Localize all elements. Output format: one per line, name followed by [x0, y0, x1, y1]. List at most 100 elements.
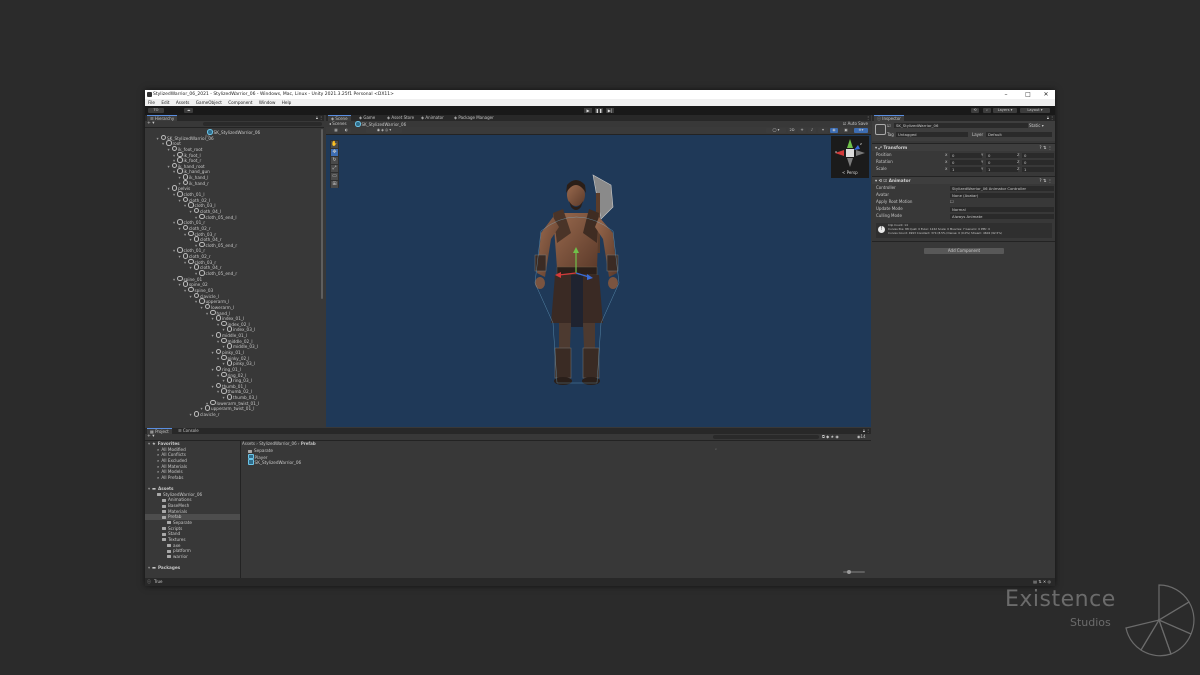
scene-camera-icon[interactable]: ▣: [840, 128, 852, 133]
animator-field[interactable]: None (Avatar): [950, 192, 1054, 198]
component-menu-icon[interactable]: ? ⇅ ⋮: [1039, 177, 1052, 184]
foldout-arrow-icon[interactable]: ▾: [190, 412, 194, 418]
gizmos-dropdown[interactable]: ⊕▾: [854, 128, 868, 133]
cloud-icon[interactable]: ☁: [184, 108, 193, 113]
active-checkbox[interactable]: ☑: [887, 123, 891, 128]
hand-tool-icon[interactable]: ✋: [331, 141, 338, 148]
scene-viewport[interactable]: ✋ ✥ ↻ ⤢ ▭ ⊞ x z < Persp: [326, 135, 871, 427]
menu-edit[interactable]: Edit: [161, 100, 169, 105]
lighting-toggle-icon[interactable]: ☀: [798, 128, 806, 133]
hierarchy-search-input[interactable]: All: [203, 122, 322, 138]
existence-studios-logo: Existence Studios: [1005, 582, 1195, 657]
transform-z-field[interactable]: 0: [1022, 152, 1054, 158]
menu-gameobject[interactable]: GameObject: [196, 100, 222, 105]
2d-toggle-icon[interactable]: 2D: [788, 128, 796, 133]
step-button[interactable]: ▶|: [606, 108, 614, 113]
transform-x-field[interactable]: 0: [950, 159, 982, 165]
transform-z-field[interactable]: 0: [1022, 159, 1054, 165]
hierarchy-scrollbar[interactable]: [321, 129, 323, 299]
hierarchy-item[interactable]: ▾ clavicle_r: [145, 411, 324, 417]
transform-z-field[interactable]: 1: [1022, 166, 1054, 172]
scale-tool-icon[interactable]: ⤢: [331, 165, 338, 172]
menu-component[interactable]: Component: [228, 100, 252, 105]
object-name-field[interactable]: SK_StylizedWarrior_06: [894, 123, 1028, 128]
audio-toggle-icon[interactable]: ♪: [808, 128, 816, 133]
create-asset-button[interactable]: + ▾: [147, 434, 154, 440]
breadcrumb-item[interactable]: StylizedWarrior_06: [259, 441, 296, 446]
transform-x-field[interactable]: 1: [950, 166, 982, 172]
menu-window[interactable]: Window: [259, 100, 276, 105]
gizmo-x-label: x: [835, 150, 838, 154]
minimize-button[interactable]: –: [999, 90, 1013, 99]
rect-tool-icon[interactable]: ▭: [331, 173, 338, 180]
project-panel: ▦ Project ☰ Console 🔒︎ ⋮ + ▾ ⌕ ⧉ ◆ ★ ◉ ◉…: [145, 428, 871, 578]
transform-y-field[interactable]: 0: [986, 152, 1018, 158]
transform-y-field[interactable]: 0: [986, 159, 1018, 165]
animator-header[interactable]: ▾ ⟲ ☑ Animator ? ⇅ ⋮: [872, 176, 1055, 184]
axis-label: Y: [981, 167, 984, 171]
search-icon: ⌕: [157, 452, 160, 458]
menu-bar: File Edit Assets GameObject Component Wi…: [145, 99, 1055, 106]
animator-row-label: Avatar: [876, 192, 889, 197]
animator-field[interactable]: Normal: [950, 206, 1054, 212]
view-options-icon[interactable]: ◐: [342, 128, 351, 133]
move-tool-icon[interactable]: ✥: [331, 149, 338, 156]
static-toggle[interactable]: Static ▾: [1029, 123, 1044, 128]
play-button[interactable]: ▶: [584, 108, 592, 113]
animator-field[interactable]: StylizedWarrior_06 Animator Controller: [950, 185, 1054, 191]
folder-icon: [167, 544, 171, 548]
project-search-input[interactable]: ⌕: [713, 435, 819, 451]
project-section-header[interactable]: ▾ ▬ Packages: [145, 565, 240, 571]
close-button[interactable]: ✕: [1039, 90, 1053, 99]
apply-root-motion-checkbox[interactable]: ☐: [950, 199, 954, 205]
scene-panel: ◈ Scene ◈ Game ◈ Asset Store ◈ Animator ◈ Pa…: [326, 115, 871, 427]
splitter[interactable]: [240, 440, 241, 578]
axis-label: X: [945, 153, 948, 157]
tag-dropdown[interactable]: Untagged: [896, 132, 968, 137]
object-header: ☑ SK_StylizedWarrior_06 Static ▾ Tag Unt…: [872, 121, 1055, 141]
add-component-button[interactable]: Add Component: [924, 248, 1004, 254]
status-bar: ⓘ True ▤ ⇅ ✕ ◎: [145, 578, 1055, 586]
zoom-slider-handle[interactable]: [847, 570, 851, 574]
axis-label: X: [945, 167, 948, 171]
breadcrumb-item[interactable]: Assets: [242, 441, 255, 446]
project-file-item[interactable]: SK_StylizedWarrior_06: [248, 459, 871, 465]
pause-button[interactable]: ❚❚: [595, 108, 603, 113]
add-object-button[interactable]: + ▾: [147, 121, 154, 127]
history-icon[interactable]: ⟲: [971, 108, 979, 113]
rotate-tool-icon[interactable]: ↻: [331, 157, 338, 164]
transform-value: 0: [1024, 159, 1027, 165]
warrior-character-model[interactable]: [501, 173, 651, 391]
scene-visibility-icon[interactable]: ◉: [830, 128, 838, 133]
folder-icon: ▬: [152, 565, 156, 571]
layers-dropdown[interactable]: Layers ▾: [993, 108, 1017, 113]
transform-value: 0: [1024, 152, 1027, 158]
shading-mode-group[interactable]: ◯ ▾: [766, 128, 786, 133]
project-file-list: Separate Player SK_StylizedWarrior_06: [248, 448, 871, 465]
layout-dropdown[interactable]: Layout ▾: [1020, 108, 1050, 113]
layer-dropdown[interactable]: Default: [986, 132, 1052, 137]
transform-tool-icon[interactable]: ⊞: [331, 181, 338, 188]
perspective-label[interactable]: < Persp: [842, 170, 858, 175]
maximize-button[interactable]: □: [1021, 90, 1035, 99]
search-icon[interactable]: ⌕: [983, 108, 991, 113]
transform-row-label: Position: [876, 152, 892, 157]
menu-help[interactable]: Help: [282, 100, 292, 105]
transform-header[interactable]: ▾ ⤢ Transform ? ⇅ ⋮: [872, 143, 1055, 151]
draw-mode-icon[interactable]: ▦: [332, 128, 340, 133]
section-label: Packages: [157, 565, 181, 571]
transform-y-field[interactable]: 1: [986, 166, 1018, 172]
filter-icons[interactable]: ⧉ ◆ ★ ◉: [822, 434, 839, 440]
gizmo-tools-group[interactable]: ◉ ◈ ◎ ▾: [366, 128, 402, 133]
scene-view-toolbar: ▦ ◐ ◉ ◈ ◎ ▾ ◯ ▾ 2D ☀ ♪ ✦ ◉ ▣ ⊕▾: [326, 127, 871, 135]
animator-row: Avatar None (Avatar): [876, 192, 1054, 198]
menu-assets[interactable]: Assets: [176, 100, 190, 105]
animator-field[interactable]: Always Animate: [950, 213, 1054, 219]
menu-file[interactable]: File: [148, 100, 155, 105]
effects-toggle-icon[interactable]: ✦: [818, 128, 828, 133]
account-button[interactable]: TO: [148, 108, 164, 113]
transform-x-field[interactable]: 0: [950, 152, 982, 158]
orientation-gizmo[interactable]: x z < Persp: [831, 136, 869, 178]
breadcrumb-item[interactable]: Prefab: [301, 441, 316, 446]
component-menu-icon[interactable]: ? ⇅ ⋮: [1039, 144, 1052, 151]
